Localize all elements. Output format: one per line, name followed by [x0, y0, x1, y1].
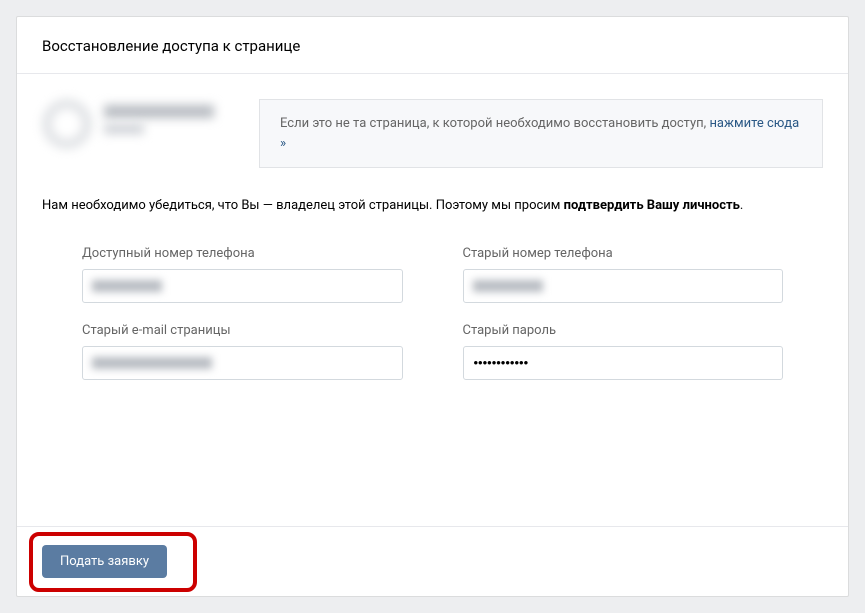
- form-col-right: Старый номер телефона Старый пароль: [463, 246, 784, 400]
- old-email-label: Старый e-mail страницы: [82, 323, 403, 338]
- panel-footer: Подать заявку: [17, 526, 848, 596]
- old-email-input[interactable]: [82, 346, 403, 380]
- blurred-name: [104, 105, 214, 118]
- intro-text: Нам необходимо убедиться, что Вы — владе…: [42, 196, 823, 216]
- intro-part1: Нам необходимо убедиться, что Вы — владе…: [42, 198, 564, 213]
- available-phone-group: Доступный номер телефона: [82, 246, 403, 303]
- profile-name: [104, 105, 214, 134]
- page-title: Восстановление доступа к странице: [42, 37, 823, 55]
- intro-after: .: [740, 198, 743, 213]
- blurred-value-wrap: [463, 269, 784, 303]
- notice-text: Если это не та страница, к которой необх…: [280, 116, 709, 131]
- old-password-group: Старый пароль: [463, 323, 784, 380]
- old-phone-label: Старый номер телефона: [463, 246, 784, 261]
- blurred-sub: [104, 124, 144, 134]
- old-password-label: Старый пароль: [463, 323, 784, 338]
- panel-body: Если это не та страница, к которой необх…: [17, 74, 848, 526]
- profile-block: [42, 99, 214, 168]
- available-phone-label: Доступный номер телефона: [82, 246, 403, 261]
- old-phone-group: Старый номер телефона: [463, 246, 784, 303]
- old-phone-input[interactable]: [463, 269, 784, 303]
- notice-box: Если это не та страница, к которой необх…: [259, 99, 823, 168]
- submit-button[interactable]: Подать заявку: [42, 545, 167, 578]
- form-col-left: Доступный номер телефона Старый e-mail с…: [82, 246, 403, 400]
- available-phone-input[interactable]: [82, 269, 403, 303]
- blurred-value-wrap: [82, 269, 403, 303]
- form-grid: Доступный номер телефона Старый e-mail с…: [42, 246, 823, 430]
- old-email-group: Старый e-mail страницы: [82, 323, 403, 380]
- intro-strong: подтвердить Вашу личность: [564, 198, 740, 213]
- blurred-value-wrap: [82, 346, 403, 380]
- avatar: [42, 99, 92, 149]
- old-password-input[interactable]: [463, 346, 784, 380]
- panel-header: Восстановление доступа к странице: [17, 17, 848, 74]
- restore-access-panel: Восстановление доступа к странице Если э…: [16, 16, 849, 597]
- top-row: Если это не та страница, к которой необх…: [42, 99, 823, 168]
